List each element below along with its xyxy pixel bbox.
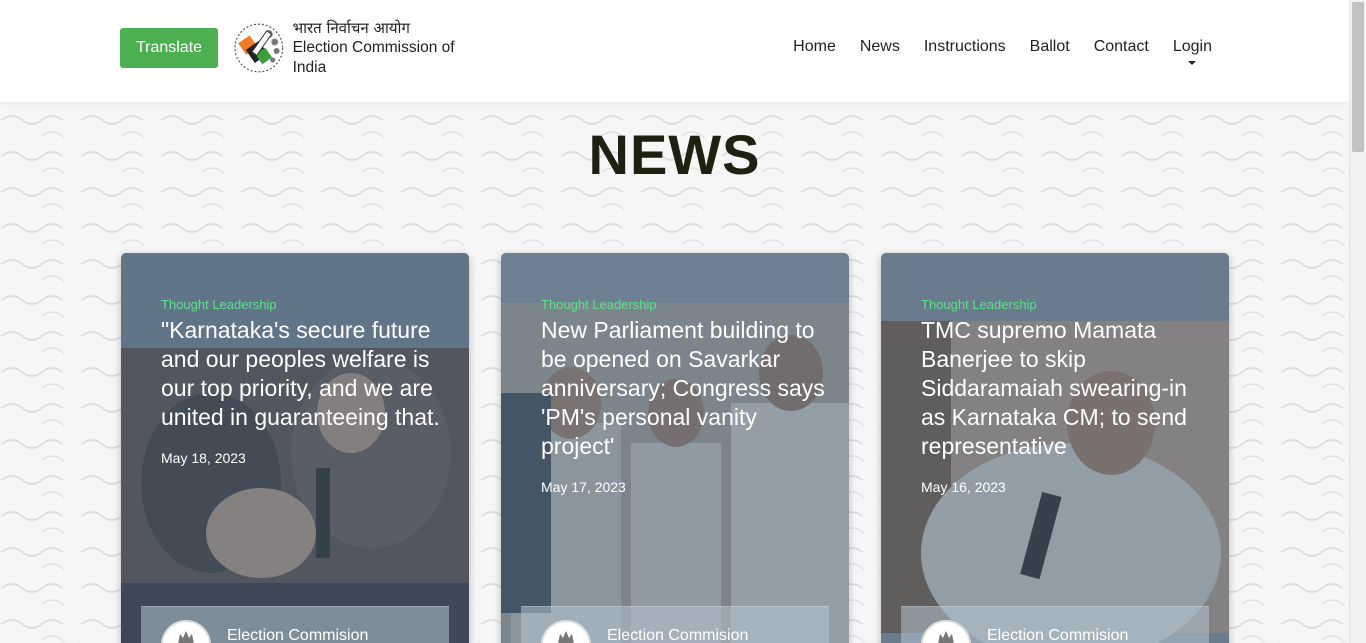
- card-author: Election Commision: [607, 627, 749, 643]
- card-title[interactable]: "Karnataka's secure future and our peopl…: [161, 316, 446, 432]
- news-card[interactable]: Thought Leadership "Karnataka's secure f…: [121, 253, 469, 643]
- emblem-avatar-icon: [921, 620, 971, 643]
- card-category[interactable]: Thought Leadership: [161, 297, 446, 312]
- card-title[interactable]: New Parliament building to be opened on …: [541, 316, 826, 461]
- eci-logo[interactable]: भारत निर्वाचन आयोग Election Commission o…: [231, 19, 491, 76]
- scrollbar-thumb[interactable]: [1352, 2, 1364, 152]
- ballot-logo-icon: [234, 23, 284, 73]
- card-date: May 16, 2023: [921, 479, 1006, 495]
- card-footer: Election Commision: [521, 606, 829, 643]
- card-date: May 18, 2023: [161, 450, 246, 466]
- emblem-avatar-icon: [541, 620, 591, 643]
- card-footer: Election Commision: [901, 606, 1209, 643]
- translate-button[interactable]: Translate: [120, 28, 218, 68]
- card-footer: Election Commision: [141, 606, 449, 643]
- news-card[interactable]: Thought Leadership TMC supremo Mamata Ba…: [881, 253, 1229, 643]
- nav-login[interactable]: Login: [1172, 38, 1212, 65]
- main-nav: Home News Instructions Ballot Contact Lo…: [793, 38, 1212, 65]
- nav-login-label: Login: [1172, 38, 1212, 55]
- logo-hindi-text: भारत निर्वाचन आयोग: [292, 19, 410, 37]
- logo-english-text: Election Commission of India: [292, 39, 455, 76]
- nav-instructions[interactable]: Instructions: [924, 38, 1006, 56]
- card-author: Election Commision: [987, 627, 1129, 643]
- card-category[interactable]: Thought Leadership: [921, 297, 1206, 312]
- nav-ballot[interactable]: Ballot: [1030, 38, 1070, 56]
- page-title: NEWS: [588, 123, 761, 186]
- card-category[interactable]: Thought Leadership: [541, 297, 826, 312]
- nav-home[interactable]: Home: [793, 38, 836, 56]
- page-scrollbar[interactable]: [1349, 0, 1366, 643]
- caret-down-icon: [1188, 61, 1197, 65]
- emblem-avatar-icon: [161, 620, 211, 643]
- news-card[interactable]: Thought Leadership New Parliament buildi…: [501, 253, 849, 643]
- card-title[interactable]: TMC supremo Mamata Banerjee to skip Sidd…: [921, 316, 1206, 461]
- card-author: Election Commision: [227, 627, 369, 643]
- nav-news[interactable]: News: [860, 38, 900, 56]
- nav-contact[interactable]: Contact: [1094, 38, 1149, 56]
- card-date: May 17, 2023: [541, 479, 626, 495]
- site-header: Translate भारत निर्वाचन आयोग Election Co…: [0, 0, 1349, 102]
